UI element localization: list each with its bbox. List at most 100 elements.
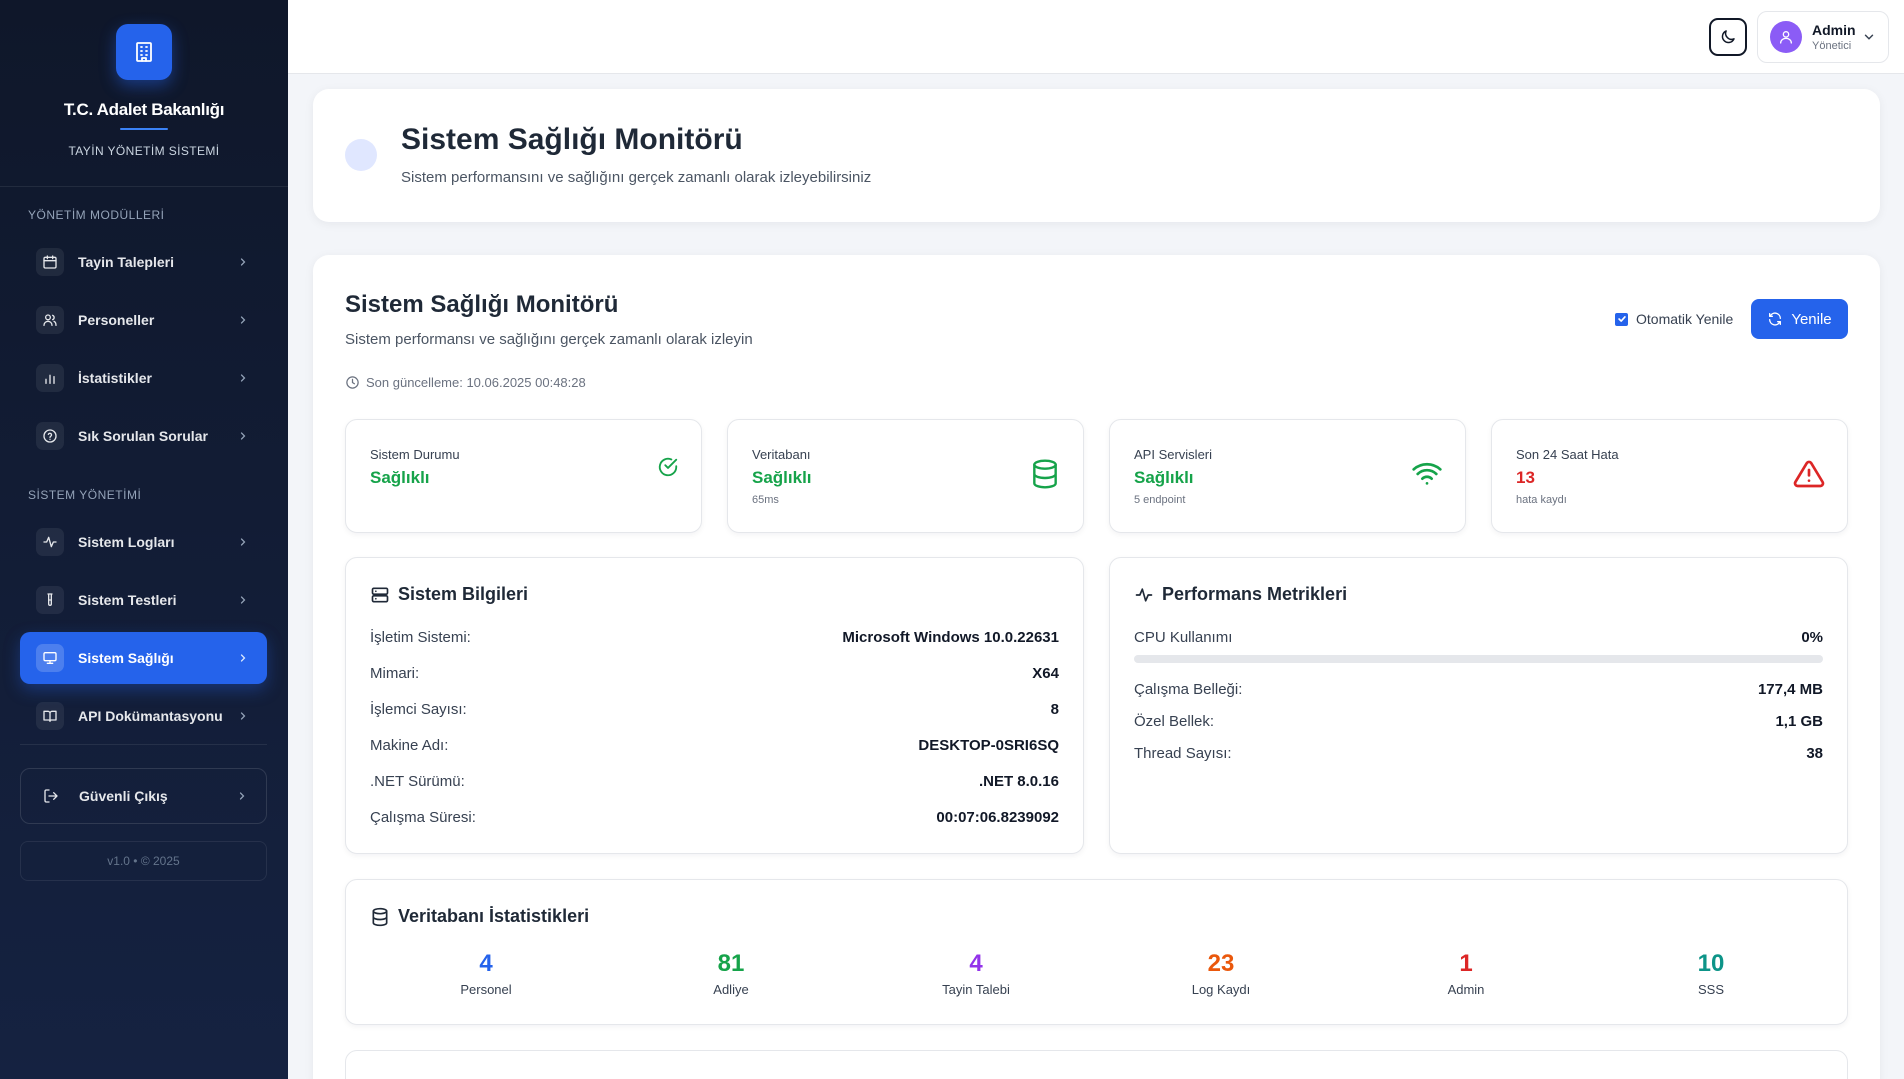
sidebar-item-label: İstatistikler xyxy=(78,370,152,386)
sidebar-item-label: Tayin Talepleri xyxy=(78,254,174,270)
info-value: 00:07:06.8239092 xyxy=(936,809,1059,826)
last-update: Son güncelleme: 10.06.2025 00:48:28 xyxy=(345,375,586,390)
performance-title-text: Performans Metrikleri xyxy=(1162,584,1348,604)
brand-divider xyxy=(120,128,168,130)
building-icon xyxy=(116,24,172,80)
db-stats-title-text: Veritabanı İstatistikleri xyxy=(398,906,590,926)
chevron-right-icon xyxy=(237,372,249,384)
sidebar-item-label: Sistem Logları xyxy=(78,534,175,550)
auto-refresh-toggle[interactable]: Otomatik Yenile xyxy=(1615,311,1733,327)
chevron-right-icon xyxy=(236,790,248,802)
info-value: Microsoft Windows 10.0.22631 xyxy=(842,629,1059,646)
metric-value: 1,1 GB xyxy=(1775,713,1823,730)
avatar xyxy=(1770,21,1802,53)
info-row: İşletim Sistemi: Microsoft Windows 10.0.2… xyxy=(370,629,1059,646)
info-key: .NET Sürümü: xyxy=(370,773,465,790)
sidebar-item-label: API Dokümantasyonu xyxy=(78,708,223,724)
database-icon xyxy=(1029,458,1061,495)
sidebar: T.C. Adalet Bakanlığı TAYİN YÖNETİM SİST… xyxy=(0,0,288,1079)
stat-note: hata kaydı xyxy=(1516,494,1567,506)
info-key: Çalışma Süresi: xyxy=(370,809,476,826)
status-card-system: Sistem Durumu Sağlıklı xyxy=(345,419,702,533)
help-circle-icon xyxy=(36,422,64,450)
sidebar-divider xyxy=(20,744,267,745)
sidebar-item-sistem-sagligi[interactable]: Sistem Sağlığı xyxy=(20,632,267,684)
version-label: v1.0 • © 2025 xyxy=(20,841,267,881)
activity-icon xyxy=(1134,585,1154,605)
test-tube-icon xyxy=(36,586,64,614)
db-stat-value: 4 xyxy=(479,950,493,977)
sidebar-item-label: Sistem Sağlığı xyxy=(78,650,174,666)
moon-icon xyxy=(1719,28,1737,46)
sidebar-item-istatistikler[interactable]: İstatistikler xyxy=(20,352,267,404)
info-row: Makine Adı: DESKTOP-0SRI6SQ xyxy=(370,737,1059,754)
info-value: 8 xyxy=(1050,701,1059,718)
db-stat-value: 81 xyxy=(717,950,745,977)
chevron-right-icon xyxy=(237,536,249,548)
calendar-icon xyxy=(36,248,64,276)
info-row: .NET Sürümü: .NET 8.0.16 xyxy=(370,773,1059,790)
status-card-errors: Son 24 Saat Hata 13 hata kaydı xyxy=(1491,419,1848,533)
brand: T.C. Adalet Bakanlığı TAYİN YÖNETİM SİST… xyxy=(0,0,288,187)
monitor-title: Sistem Sağlığı Monitörü xyxy=(345,291,619,318)
health-monitor-card: Sistem Sağlığı Monitörü Sistem performan… xyxy=(313,255,1880,1079)
db-stat-value: 23 xyxy=(1207,950,1235,977)
info-key: İşlemci Sayısı: xyxy=(370,701,467,718)
performance-panel: Performans Metrikleri CPU Kullanımı 0% Ça… xyxy=(1109,557,1848,854)
db-stat-label: Adliye xyxy=(713,982,749,997)
stat-label: Son 24 Saat Hata xyxy=(1516,447,1619,462)
cpu-label: CPU Kullanımı xyxy=(1134,629,1233,646)
auto-refresh-checkbox[interactable] xyxy=(1615,312,1628,326)
stat-label: Veritabanı xyxy=(752,447,811,462)
sidebar-item-tayin-talepleri[interactable]: Tayin Talepleri xyxy=(20,236,267,288)
page-subtitle: Sistem performansını ve sağlığını gerçek… xyxy=(401,169,872,186)
info-key: İşletim Sistemi: xyxy=(370,629,471,646)
chevron-down-icon xyxy=(1862,30,1876,49)
sidebar-item-api-dokumantasyonu[interactable]: API Dokümantasyonu xyxy=(20,690,267,742)
log-out-icon xyxy=(37,782,65,810)
section-system-label: SİSTEM YÖNETİMİ xyxy=(28,488,142,502)
bar-chart-icon xyxy=(36,364,64,392)
user-menu-button[interactable]: Admin Yönetici xyxy=(1757,11,1889,63)
info-row: Çalışma Süresi: 00:07:06.8239092 xyxy=(370,809,1059,826)
sidebar-item-label: Sık Sorulan Sorular xyxy=(78,428,208,444)
metric-key: Çalışma Belleği: xyxy=(1134,681,1243,698)
sidebar-item-sistem-testleri[interactable]: Sistem Testleri xyxy=(20,574,267,626)
refresh-button[interactable]: Yenile xyxy=(1751,299,1848,339)
db-stat-value: 4 xyxy=(969,950,983,977)
db-stat-sss: 10 SSS xyxy=(1641,950,1781,997)
db-stat-adliye: 81 Adliye xyxy=(661,950,801,997)
status-card-api: API Servisleri Sağlıklı 5 endpoint xyxy=(1109,419,1466,533)
sidebar-item-sss[interactable]: Sık Sorulan Sorular xyxy=(20,410,267,462)
db-stat-value: 10 xyxy=(1697,950,1725,977)
metric-row: Çalışma Belleği: 177,4 MB xyxy=(1134,681,1823,698)
chevron-right-icon xyxy=(237,256,249,268)
metric-key: Thread Sayısı: xyxy=(1134,745,1232,762)
monitor-subtitle: Sistem performansı ve sağlığını gerçek z… xyxy=(345,331,753,348)
chevron-right-icon xyxy=(237,652,249,664)
system-info-title: Sistem Bilgileri xyxy=(370,584,528,605)
sidebar-item-label: Personeller xyxy=(78,312,155,328)
server-icon xyxy=(370,585,390,605)
info-key: Mimari: xyxy=(370,665,420,682)
logout-label: Güvenli Çıkış xyxy=(79,788,168,804)
info-value: X64 xyxy=(1032,665,1059,682)
sidebar-item-personeller[interactable]: Personeller xyxy=(20,294,267,346)
db-stat-personel: 4 Personel xyxy=(416,950,556,997)
chevron-right-icon xyxy=(237,314,249,326)
cpu-value: 0% xyxy=(1801,629,1823,646)
page-title: Sistem Sağlığı Monitörü xyxy=(401,123,743,156)
sidebar-item-label: Sistem Testleri xyxy=(78,592,177,608)
theme-toggle-button[interactable] xyxy=(1709,18,1747,56)
last-update-text: Son güncelleme: 10.06.2025 00:48:28 xyxy=(366,375,586,390)
db-stat-label: Admin xyxy=(1447,982,1485,997)
sidebar-item-sistem-loglari[interactable]: Sistem Logları xyxy=(20,516,267,568)
logout-button[interactable]: Güvenli Çıkış xyxy=(20,768,267,824)
org-title: T.C. Adalet Bakanlığı xyxy=(63,100,225,119)
cpu-progress-bar xyxy=(1134,655,1823,663)
additional-panel xyxy=(345,1050,1848,1079)
db-stat-label: SSS xyxy=(1697,982,1724,997)
stat-note: 5 endpoint xyxy=(1134,494,1186,506)
refresh-label: Yenile xyxy=(1791,310,1832,328)
db-stat-label: Log Kaydı xyxy=(1191,982,1251,997)
